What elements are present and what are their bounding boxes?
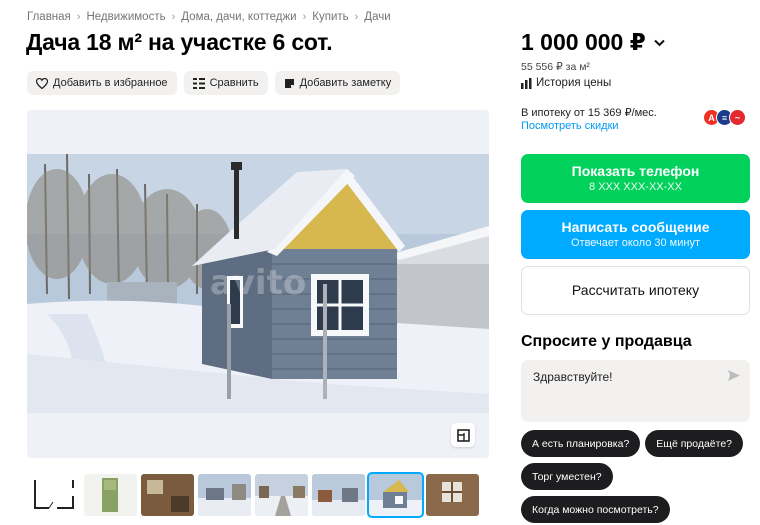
thumbnail-strip [27,472,479,518]
price-value: 1 000 000 ₽ [521,29,646,55]
write-message-button[interactable]: Написать сообщение Отвечает около 30 мин… [521,210,750,259]
ask-seller-title: Спросите у продавца [521,333,692,350]
write-message-label: Написать сообщение [561,219,710,235]
house-photo: avito [27,154,489,413]
mortgage-info: В ипотеку от 15 369 ₽/мес. [521,107,657,119]
watermark: avito [210,263,306,303]
breadcrumb-buy[interactable]: Купить [312,11,348,23]
thumbnail-door[interactable] [84,474,137,516]
floor-plan-icon [456,428,470,442]
breadcrumb-dachas[interactable]: Дачи [364,11,390,23]
thumbnail-street[interactable] [312,474,365,516]
note-icon [284,78,294,88]
calculate-mortgage-button[interactable]: Рассчитать ипотеку [521,266,750,315]
price[interactable]: 1 000 000 ₽ [521,29,665,56]
thumbnail-room[interactable] [426,474,479,516]
compare-button[interactable]: Сравнить [183,71,268,95]
add-favorite-label: Добавить в избранное [53,77,168,89]
chart-icon [521,77,532,89]
listing-actions: Добавить в избранное Сравнить Добавить з… [27,71,401,95]
ask-seller-input[interactable]: Здравствуйте! [521,360,750,422]
compare-label: Сравнить [209,77,259,89]
breadcrumb: Главная › Недвижимость › Дома, дачи, кот… [27,11,391,23]
thumbnail-yard[interactable] [198,474,251,516]
floor-plan-button[interactable] [451,423,475,447]
chevron-right-icon: › [171,11,176,23]
chip-plan-question[interactable]: А есть планировка? [521,430,641,457]
quick-questions: А есть планировка? Ещё продаёте? Торг ум… [521,430,756,523]
chip-still-selling[interactable]: Ещё продаёте? [645,430,744,457]
price-history-link[interactable]: История цены [521,77,611,89]
thumbnail-road[interactable] [255,474,308,516]
chip-when-to-view[interactable]: Когда можно посмотреть? [521,496,670,523]
bank-logos: А ≡ ~ [703,109,746,126]
breadcrumb-houses[interactable]: Дома, дачи, коттеджи [181,11,296,23]
breadcrumb-home[interactable]: Главная [27,11,71,23]
thumbnail-house-active[interactable] [367,472,424,518]
sovcombank-icon: ~ [729,109,746,126]
add-note-button[interactable]: Добавить заметку [274,71,401,95]
show-phone-label: Показать телефон [571,163,700,179]
page-title: Дача 18 м² на участке 6 сот. [26,29,333,55]
price-history-label: История цены [536,77,612,89]
add-note-label: Добавить заметку [299,77,392,89]
show-phone-button[interactable]: Показать телефон 8 XXX XXX-XX-XX [521,154,750,203]
send-icon[interactable] [727,369,741,382]
chevron-right-icon: › [76,11,81,23]
breadcrumb-realty[interactable]: Недвижимость [86,11,165,23]
chevron-right-icon: › [354,11,359,23]
chip-bargain[interactable]: Торг уместен? [521,463,613,490]
price-per-meter: 55 556 ₽ за м² [521,61,590,73]
ask-message-text[interactable]: Здравствуйте! [533,370,613,384]
phone-mask: 8 XXX XXX-XX-XX [589,181,682,193]
compare-icon [192,77,205,89]
chevron-right-icon: › [302,11,307,23]
thumbnail-interior[interactable] [141,474,194,516]
see-discounts-link[interactable]: Посмотреть скидки [521,120,619,132]
response-time: Отвечает около 30 минут [570,237,701,249]
add-favorite-button[interactable]: Добавить в избранное [27,71,177,95]
chevron-down-icon[interactable] [654,39,665,47]
thumbnail-plan[interactable] [27,474,80,516]
main-photo[interactable]: avito [27,110,489,458]
heart-icon [36,77,48,89]
